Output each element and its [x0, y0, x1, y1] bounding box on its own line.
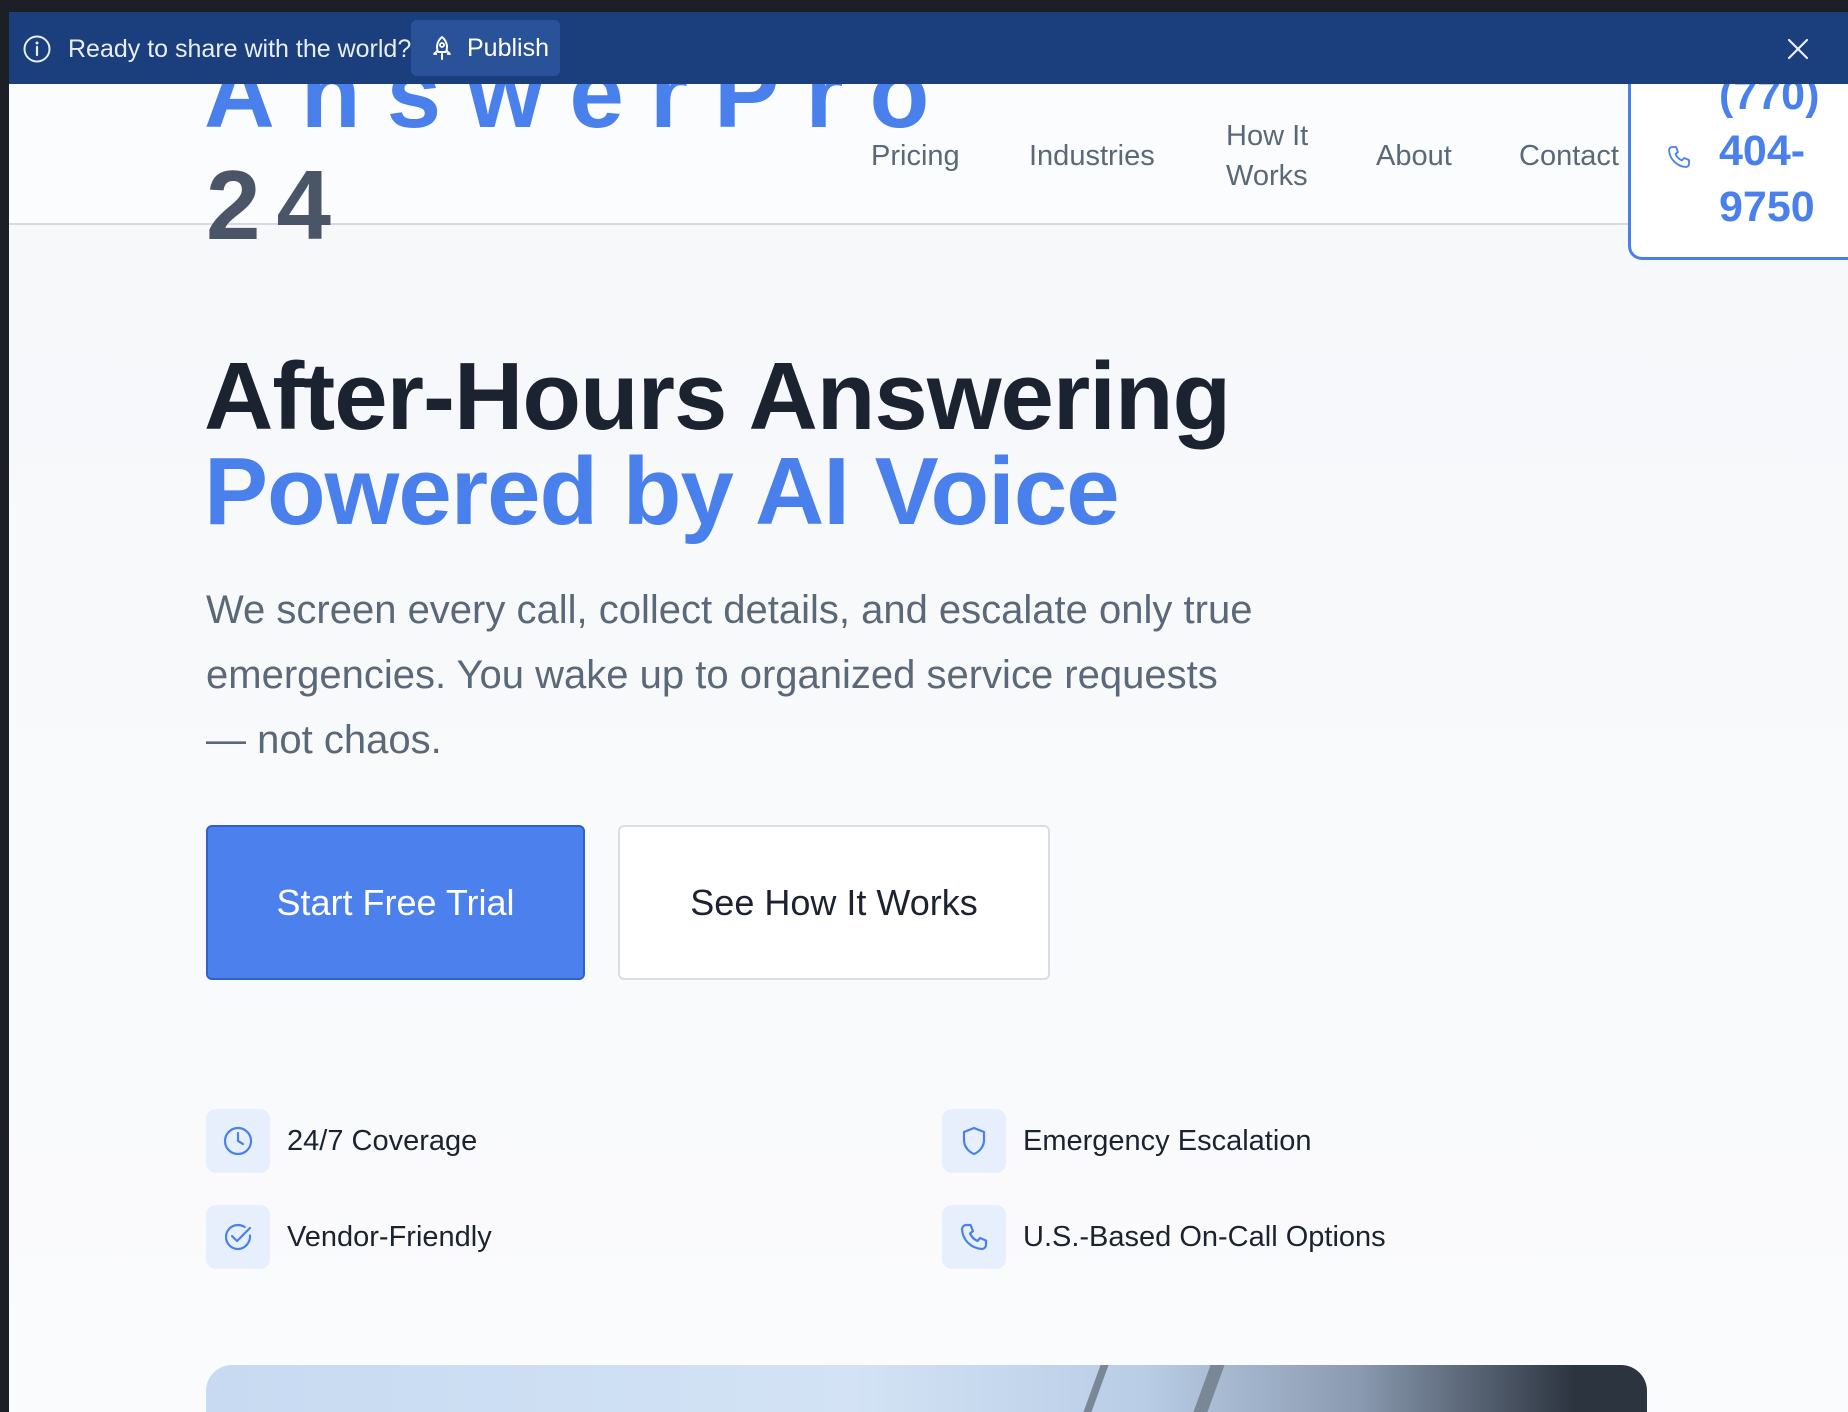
nav-link-how-it-works[interactable]: How It Works [1226, 116, 1336, 196]
phone-icon [960, 1223, 988, 1251]
nav-link-industries[interactable]: Industries [1029, 136, 1155, 176]
hero-image [206, 1365, 1647, 1412]
image-detail [1181, 1365, 1225, 1412]
publish-banner: Ready to share with the world? Publish [9, 12, 1848, 84]
logo-number[interactable]: 24 [206, 156, 347, 254]
close-icon[interactable] [1785, 36, 1811, 62]
feature-icon-box [206, 1205, 270, 1269]
nav-link-contact[interactable]: Contact [1519, 136, 1619, 176]
feature-label: 24/7 Coverage [287, 1124, 478, 1157]
page-viewport: Ready to share with the world? Publish A… [9, 12, 1848, 1412]
hero-title: After-Hours Answering [204, 343, 1231, 450]
check-circle-icon [224, 1223, 252, 1251]
hero-title-accent: Powered by AI Voice [204, 438, 1120, 545]
nav-link-about[interactable]: About [1376, 136, 1452, 176]
shield-icon [962, 1126, 986, 1156]
feature-label: Emergency Escalation [1023, 1124, 1312, 1157]
feature-item: Vendor-Friendly [206, 1205, 492, 1269]
start-free-trial-button[interactable]: Start Free Trial [206, 825, 585, 980]
feature-icon-box [942, 1205, 1006, 1269]
publish-message: Ready to share with the world? [68, 35, 412, 63]
browser-chrome-strip [0, 0, 1848, 12]
see-how-it-works-button[interactable]: See How It Works [618, 825, 1050, 980]
feature-item: 24/7 Coverage [206, 1109, 477, 1173]
publish-button-label: Publish [467, 33, 549, 62]
feature-icon-box [206, 1109, 270, 1173]
feature-label: Vendor-Friendly [287, 1220, 492, 1253]
feature-label: U.S.-Based On-Call Options [1023, 1220, 1386, 1253]
publish-button[interactable]: Publish [411, 20, 560, 76]
feature-item: U.S.-Based On-Call Options [942, 1205, 1386, 1269]
hero-subtitle: We screen every call, collect details, a… [206, 588, 1253, 762]
feature-icon-box [942, 1109, 1006, 1173]
feature-item: Emergency Escalation [942, 1109, 1312, 1173]
rocket-icon [433, 36, 451, 60]
image-detail [1071, 1365, 1109, 1412]
header-phone-button[interactable]: (770) 404-9750 [1628, 71, 1848, 260]
clock-icon [223, 1126, 253, 1156]
phone-icon [1668, 146, 1690, 168]
info-icon [23, 35, 51, 63]
header-phone-number: (770) 404-9750 [1719, 71, 1820, 231]
